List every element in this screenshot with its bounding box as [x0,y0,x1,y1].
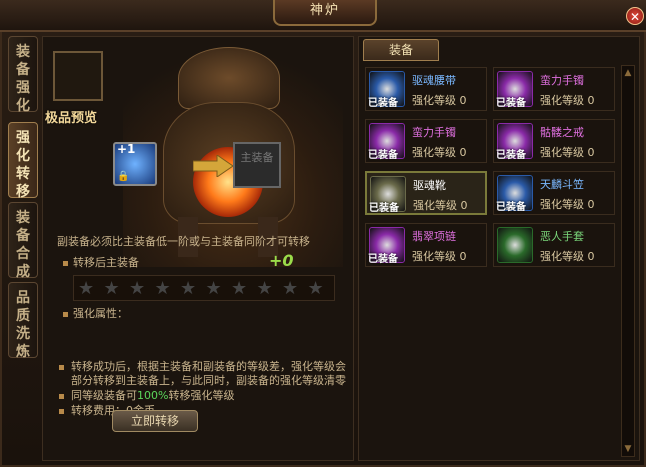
equipped-badge: 已装备 [496,98,526,109]
star-icon: ★ [180,278,197,299]
star-rating: ★ ★ ★ ★ ★ ★ ★ ★ ★ ★ [73,275,335,301]
star-icon: ★ [282,278,299,299]
lock-icon: 🔒 [117,171,130,182]
tab-enhance-transfer[interactable]: 强化转移 [8,122,38,200]
equipped-badge: 已装备 [368,98,398,109]
equipment-panel: 装备 已装备 驱魂腰带 强化等级 0 已装备 蛮力手镯 强化等级 0 已装备 蛮力手镯 强化等级… [358,36,640,461]
tab-equip-combine[interactable]: 装备合成 [8,202,38,280]
equipment-item[interactable]: 已装备 翡翠项链强化等级 0 [365,223,487,267]
equipped-badge: 已装备 [496,150,526,161]
star-icon: ★ [154,278,171,299]
equipment-name: 蛮力手镯 [412,126,456,139]
requirement-text: 副装备必须比主装备低一阶或与主装备同阶才可转移 [57,235,310,248]
tab-equip-enhance[interactable]: 装备强化 [8,36,38,114]
equipment-item[interactable]: 已装备 驱魂靴强化等级 0 [365,171,487,215]
equipment-item[interactable]: 已装备 天麟斗笠强化等级 0 [493,171,615,215]
equipment-level: 强化等级 0 [540,94,595,107]
equipment-level: 强化等级 0 [412,146,467,159]
source-plus: +1 [117,142,136,156]
transfer-button[interactable]: 立即转移 [112,410,198,432]
note-row: 同等级装备可100%转移强化等级 [57,389,347,403]
transfer-panel: 极品预览 +1 🔒 主装备 副装备必须比主装备低一阶或与主装备同阶才可转移 转移… [42,36,354,461]
equipment-name: 天麟斗笠 [540,178,584,191]
window-title: 神炉 [309,3,340,18]
equipment-item[interactable]: 已装备 骷髅之戒强化等级 0 [493,119,615,163]
equipment-level: 强化等级 0 [412,94,467,107]
close-icon[interactable]: ✕ [626,7,644,25]
title-bar: 神炉 [0,0,646,32]
equipment-name: 驱魂腰带 [412,74,456,87]
scroll-down-icon[interactable]: ▼ [623,444,633,454]
star-icon: ★ [307,278,324,299]
attr-label: 强化属性： [73,307,128,320]
tab-quality-refine[interactable]: 品质洗炼 [8,282,38,360]
equipped-badge: 已装备 [496,202,526,213]
equipped-badge: 已装备 [368,254,398,265]
note-row: 转移费用：0金币 [57,404,347,418]
note-row: 转移成功后，根据主装备和副装备的等级差，强化等级会部分转移到主装备上，与此同时，… [57,360,347,388]
equipment-level: 强化等级 0 [412,250,467,263]
preview-label: 极品预览 [45,111,98,126]
equipped-badge: 已装备 [368,150,398,161]
equipment-name: 驱魂靴 [413,179,446,192]
equipment-level: 强化等级 0 [540,250,595,263]
scrollbar[interactable]: ▲ ▼ [621,65,635,457]
star-icon: ★ [103,278,120,299]
target-slot-label: 主装备 [240,151,274,164]
equipment-level: 强化等级 0 [540,198,595,211]
target-equip-slot[interactable]: 主装备 [233,142,281,188]
equipment-item[interactable]: 已装备 驱魂腰带强化等级 0 [365,67,487,111]
star-icon: ★ [231,278,248,299]
tab-equipment[interactable]: 装备 [363,39,439,61]
sidebar: 装备强化 强化转移 装备合成 品质洗炼 [8,36,38,456]
equipped-badge: 已装备 [369,203,399,214]
title-plate: 神炉 [273,0,377,26]
equipment-name: 恶人手套 [540,230,584,243]
star-icon: ★ [78,278,95,299]
equipment-name: 骷髅之戒 [540,126,584,139]
scroll-up-icon[interactable]: ▲ [623,68,633,78]
star-icon: ★ [205,278,222,299]
equipment-item[interactable]: 已装备 蛮力手镯强化等级 0 [365,119,487,163]
arrow-right-icon [193,155,233,177]
preview-slot[interactable] [53,51,103,101]
equipment-level: 强化等级 0 [413,199,468,212]
equipment-level: 强化等级 0 [540,146,595,159]
equipment-item[interactable]: 恶人手套强化等级 0 [493,223,615,267]
equipment-icon [497,227,533,263]
star-icon: ★ [256,278,273,299]
after-label: 转移后主装备 [73,256,139,269]
equipment-name: 翡翠项链 [412,230,456,243]
star-icon: ★ [129,278,146,299]
equipment-name: 蛮力手镯 [540,74,584,87]
source-equip-slot[interactable]: +1 🔒 [113,142,157,186]
transfer-notes: 转移成功后，根据主装备和副装备的等级差，强化等级会部分转移到主装备上，与此同时，… [57,360,347,419]
equipment-item[interactable]: 已装备 蛮力手镯强化等级 0 [493,67,615,111]
after-value: +0 [269,251,294,270]
